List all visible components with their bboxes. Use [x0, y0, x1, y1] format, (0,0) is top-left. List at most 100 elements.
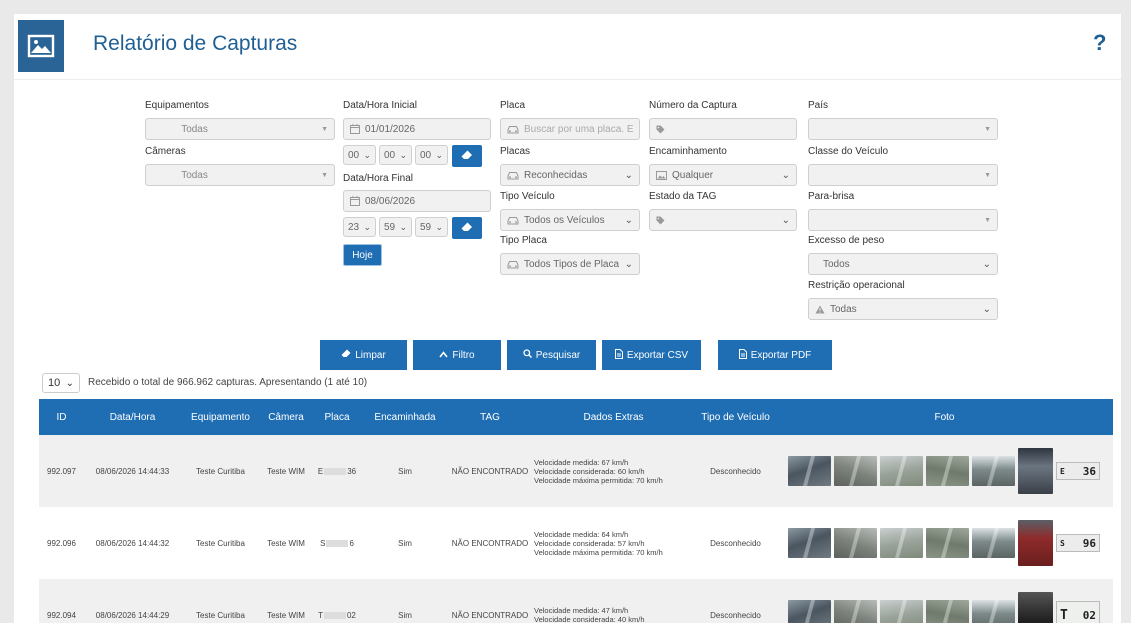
placa-end: 02 [346, 610, 356, 620]
capture-photo[interactable] [926, 528, 969, 558]
plate-photo-start: T [1060, 607, 1068, 623]
cell-equipamento: Teste Curitiba [181, 435, 260, 507]
car-icon [507, 125, 519, 134]
col-placa[interactable]: Placa [312, 399, 362, 435]
capture-photo[interactable] [972, 456, 1015, 486]
warning-icon [815, 305, 825, 314]
placa-start: E [317, 466, 324, 476]
file-pdf-icon [738, 348, 747, 362]
capture-photo[interactable] [788, 456, 831, 486]
capture-photo[interactable] [834, 456, 877, 486]
para-brisa-select[interactable]: ▼ [808, 209, 998, 231]
cell-equipamento: Teste Curitiba [181, 507, 260, 579]
classe-veiculo-select[interactable]: ▼ [808, 164, 998, 186]
cell-id: 992.097 [39, 435, 84, 507]
table-row[interactable]: 992.096 08/06/2026 14:44:32 Teste Curiti… [39, 507, 1113, 579]
excesso-peso-select[interactable]: Todos ⌄ [808, 253, 998, 275]
capture-photo[interactable] [972, 600, 1015, 623]
placas-label: Placas [500, 146, 531, 157]
data-final-input[interactable]: 08/06/2026 [343, 190, 491, 212]
estado-tag-select[interactable]: ⌄ [649, 209, 797, 231]
table-row[interactable]: 992.094 08/06/2026 14:44:29 Teste Curiti… [39, 579, 1113, 623]
eraser-icon [461, 150, 473, 163]
cell-id: 992.094 [39, 579, 84, 623]
vel-medida: Velocidade medida: 67 km/h [534, 457, 629, 467]
vehicle-photo[interactable] [1018, 520, 1053, 566]
clear-data-final-button[interactable] [452, 217, 482, 239]
segundo-final-value: 59 [420, 221, 432, 233]
plate-photo[interactable]: S 96 [1056, 534, 1100, 552]
capture-photo[interactable] [926, 456, 969, 486]
minuto-final-select[interactable]: 59 ⌄ [379, 217, 412, 237]
placa-search-input[interactable]: Buscar por uma placa. E [500, 118, 640, 140]
capture-photo[interactable] [880, 600, 923, 623]
tipo-veiculo-select[interactable]: Todos os Veículos ⌄ [500, 209, 640, 231]
encaminhamento-select[interactable]: Qualquer ⌄ [649, 164, 797, 186]
restricao-select[interactable]: Todas ⌄ [808, 298, 998, 320]
cell-data-hora: 08/06/2026 14:44:29 [84, 579, 181, 623]
vel-considerada: Velocidade considerada: 57 km/h [534, 538, 645, 548]
clear-data-inicial-button[interactable] [452, 145, 482, 167]
col-tag[interactable]: TAG [448, 399, 532, 435]
cell-encaminhada: Sim [362, 579, 448, 623]
col-id[interactable]: ID [39, 399, 84, 435]
exportar-pdf-button[interactable]: Exportar PDF [718, 340, 832, 370]
placas-select[interactable]: Reconhecidas ⌄ [500, 164, 640, 186]
col-encaminhada[interactable]: Encaminhada [362, 399, 448, 435]
vehicle-photo[interactable] [1018, 592, 1053, 623]
data-inicial-value: 01/01/2026 [365, 123, 416, 135]
caret-down-icon: ▼ [984, 171, 991, 179]
chevron-down-icon: ⌄ [399, 221, 407, 232]
col-data-hora[interactable]: Data/Hora [84, 399, 181, 435]
plate-photo[interactable]: T 02 [1056, 601, 1100, 623]
capture-photo[interactable] [880, 456, 923, 486]
segundo-final-select[interactable]: 59 ⌄ [415, 217, 448, 237]
cameras-select[interactable]: Todas ▼ [145, 164, 335, 186]
data-final-label: Data/Hora Final [343, 173, 414, 184]
col-equipamento[interactable]: Equipamento [181, 399, 260, 435]
capture-photo[interactable] [788, 600, 831, 623]
equipamentos-select[interactable]: Todas ▼ [145, 118, 335, 140]
plate-photo[interactable]: E 36 [1056, 462, 1100, 480]
cell-tipo-veiculo: Desconhecido [695, 435, 776, 507]
placa-start: T [318, 610, 323, 620]
help-button[interactable]: ? [1093, 30, 1106, 56]
hoje-button[interactable]: Hoje [343, 244, 382, 266]
capture-photo[interactable] [834, 528, 877, 558]
chevron-down-icon: ⌄ [435, 149, 443, 160]
cell-camera: Teste WIM [260, 579, 312, 623]
page-size-select[interactable]: 10 ⌄ [42, 373, 80, 393]
minuto-inicial-select[interactable]: 00 ⌄ [379, 145, 412, 165]
data-inicial-input[interactable]: 01/01/2026 [343, 118, 491, 140]
segundo-inicial-select[interactable]: 00 ⌄ [415, 145, 448, 165]
col-camera[interactable]: Câmera [260, 399, 312, 435]
cell-tipo-veiculo: Desconhecido [695, 507, 776, 579]
chevron-down-icon: ⌄ [781, 214, 790, 226]
hora-final-select[interactable]: 23 ⌄ [343, 217, 376, 237]
col-tipo-veiculo[interactable]: Tipo de Veículo [695, 399, 776, 435]
exportar-csv-button[interactable]: Exportar CSV [602, 340, 701, 370]
capture-photo[interactable] [834, 600, 877, 623]
vehicle-photo[interactable] [1018, 448, 1053, 494]
chevron-up-icon [439, 350, 449, 361]
image-icon [656, 170, 667, 180]
limpar-button[interactable]: Limpar [320, 340, 407, 370]
pesquisar-button[interactable]: Pesquisar [507, 340, 596, 370]
capture-photo[interactable] [880, 528, 923, 558]
placa-end: 36 [347, 466, 357, 476]
file-csv-icon [614, 348, 623, 362]
col-dados-extras[interactable]: Dados Extras [532, 399, 695, 435]
capture-photo[interactable] [972, 528, 1015, 558]
table-row[interactable]: 992.097 08/06/2026 14:44:33 Teste Curiti… [39, 435, 1113, 507]
pais-select[interactable]: ▼ [808, 118, 998, 140]
tipo-placa-select[interactable]: Todos Tipos de Placa ⌄ [500, 253, 640, 275]
capture-photo[interactable] [788, 528, 831, 558]
hora-inicial-select[interactable]: 00 ⌄ [343, 145, 376, 165]
capture-photo[interactable] [926, 600, 969, 623]
eraser-icon [461, 222, 473, 235]
pais-label: País [808, 100, 829, 111]
filtro-button[interactable]: Filtro [413, 340, 501, 370]
placa-end: 6 [349, 538, 354, 548]
numero-captura-input[interactable] [649, 118, 797, 140]
placa-placeholder: Buscar por uma placa. E [524, 123, 633, 135]
